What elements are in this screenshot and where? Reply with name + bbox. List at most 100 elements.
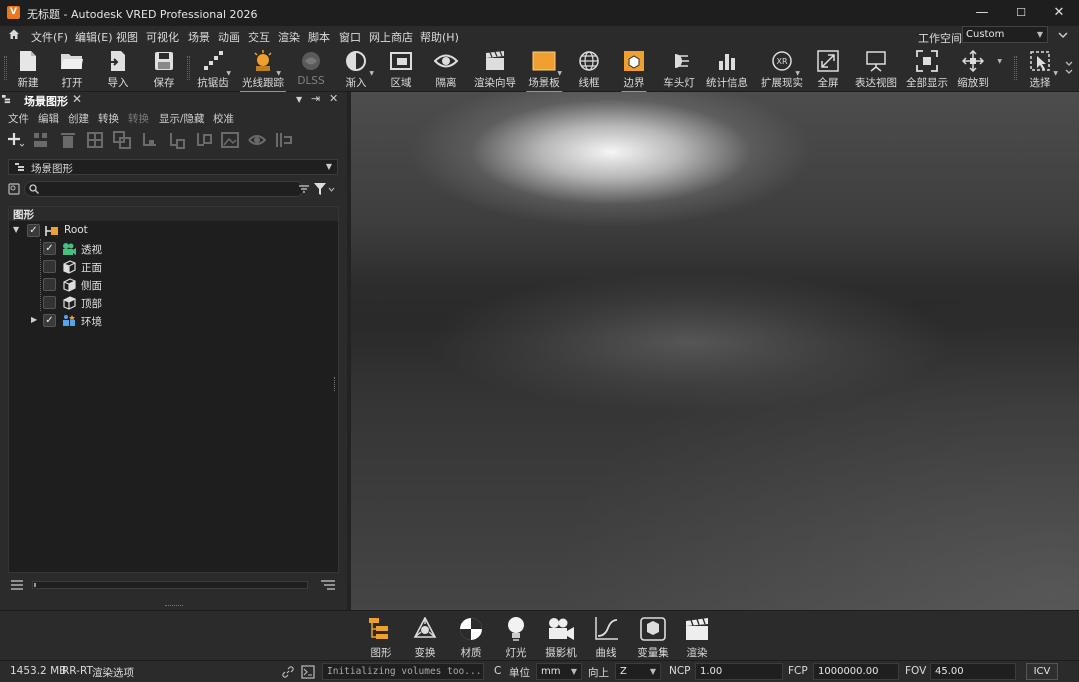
home-icon[interactable] bbox=[8, 28, 20, 40]
toolbar-grip[interactable] bbox=[1014, 56, 1017, 80]
panel-close-icon[interactable]: ✕ bbox=[329, 92, 338, 105]
scenegraph-tab[interactable]: 场景图形 bbox=[24, 93, 68, 109]
add-node-icon[interactable] bbox=[6, 131, 24, 149]
visibility-checkbox[interactable]: ✓ bbox=[43, 260, 56, 273]
tree-node-top[interactable]: ✓ 顶部 bbox=[9, 294, 338, 312]
workspace-select[interactable]: Custom ▼ bbox=[962, 26, 1048, 43]
expand-arrow-icon[interactable]: ▶ bbox=[31, 315, 37, 324]
terminal-icon[interactable] bbox=[301, 665, 315, 679]
isolate-button[interactable]: 隔离 bbox=[431, 46, 461, 90]
save-button[interactable]: 保存 bbox=[150, 46, 178, 90]
tree-node-perspective[interactable]: ✓ 透视 bbox=[9, 240, 338, 258]
scenegraph-select[interactable]: 场景图形 ▼ bbox=[8, 159, 338, 175]
copy-icon[interactable] bbox=[113, 131, 131, 149]
chevron-down-icon[interactable]: ▼ bbox=[369, 70, 374, 77]
panel-menu-icon[interactable]: ▼ bbox=[296, 95, 302, 104]
horizontal-scrollbar[interactable] bbox=[32, 581, 308, 589]
menu-interaction[interactable]: 交互 bbox=[248, 29, 270, 45]
parent-icon[interactable] bbox=[167, 131, 185, 149]
link-icon[interactable] bbox=[282, 666, 294, 678]
filter-icon[interactable] bbox=[313, 182, 335, 196]
expand-arrow-icon[interactable]: ▼ bbox=[13, 225, 19, 234]
toolbar-overflow-icon[interactable] bbox=[1063, 56, 1075, 80]
collapse-all-icon[interactable] bbox=[10, 579, 24, 591]
panel-close-button[interactable]: ✕ bbox=[72, 92, 82, 106]
scrollbar-thumb[interactable] bbox=[34, 583, 36, 587]
chevron-down-icon[interactable]: ▼ bbox=[1053, 70, 1058, 77]
chevron-down-icon[interactable]: ▼ bbox=[795, 70, 800, 77]
ncp-input[interactable]: 1.00 bbox=[695, 663, 783, 680]
clone-icon[interactable] bbox=[86, 131, 104, 149]
xr-button[interactable]: XR 扩展现实 ▼ bbox=[761, 46, 803, 90]
workspace-menu-icon[interactable] bbox=[1056, 28, 1070, 42]
menu-window[interactable]: 窗口 bbox=[339, 29, 361, 45]
close-button[interactable]: ✕ bbox=[1046, 3, 1072, 23]
sg-menu-edit[interactable]: 编辑 bbox=[38, 111, 59, 126]
render-wizard-button[interactable]: 渲染向导 bbox=[474, 46, 516, 90]
chevron-down-icon[interactable]: ▼ bbox=[226, 70, 231, 77]
filter-search-icon[interactable] bbox=[8, 183, 20, 195]
minimize-button[interactable]: — bbox=[969, 3, 995, 23]
search-input[interactable] bbox=[24, 181, 304, 197]
headlight-button[interactable]: 车头灯 bbox=[663, 46, 695, 90]
open-button[interactable]: 打开 bbox=[58, 46, 86, 90]
icv-button[interactable]: ICV bbox=[1026, 663, 1058, 680]
sg-menu-file[interactable]: 文件 bbox=[8, 111, 29, 126]
import-button[interactable]: 导入 bbox=[104, 46, 132, 90]
tree-node-environment[interactable]: ▶ ✓ 环境 bbox=[9, 312, 338, 330]
toolbar-grip[interactable] bbox=[187, 56, 190, 80]
dock-light-button[interactable]: 灯光 bbox=[495, 613, 537, 659]
dock-curve-button[interactable]: 曲线 bbox=[585, 613, 627, 659]
menu-help[interactable]: 帮助(H) bbox=[420, 29, 459, 45]
menu-visualization[interactable]: 可视化 bbox=[146, 29, 179, 45]
chevron-down-icon[interactable]: ▼ bbox=[557, 70, 562, 77]
visibility-checkbox[interactable]: ✓ bbox=[43, 314, 56, 327]
sg-menu-calibrate[interactable]: 校准 bbox=[213, 111, 234, 126]
unit-select[interactable]: mm ▼ bbox=[536, 663, 582, 680]
dock-variant-sets-button[interactable]: 变量集 bbox=[632, 613, 674, 659]
visibility-checkbox[interactable]: ✓ bbox=[43, 242, 56, 255]
fov-input[interactable]: 45.00 bbox=[930, 663, 1016, 680]
filter-options-icon[interactable] bbox=[298, 183, 310, 195]
visibility-checkbox[interactable]: ✓ bbox=[43, 278, 56, 291]
panel-resize-grip[interactable] bbox=[165, 605, 183, 607]
toolbar-grip[interactable] bbox=[4, 56, 7, 80]
chevron-down-icon[interactable]: ▼ bbox=[276, 70, 281, 77]
region-button[interactable]: 区域 bbox=[386, 46, 416, 90]
menu-script[interactable]: 脚本 bbox=[308, 29, 330, 45]
dlss-button[interactable]: DLSS bbox=[296, 46, 326, 90]
dock-transform-button[interactable]: 变换 bbox=[404, 613, 446, 659]
sg-menu-convert[interactable]: 转换 bbox=[98, 111, 119, 126]
up-axis-select[interactable]: Z ▼ bbox=[615, 663, 661, 680]
show-all-button[interactable]: 全部显示 bbox=[906, 46, 948, 90]
select-button[interactable]: 选择 ▼ bbox=[1025, 46, 1058, 90]
visibility-icon[interactable] bbox=[248, 131, 266, 149]
tree-node-side[interactable]: ✓ 侧面 bbox=[9, 276, 338, 294]
menu-render[interactable]: 渲染 bbox=[278, 29, 300, 45]
fullscreen-button[interactable]: 全屏 bbox=[813, 46, 843, 90]
expand-all-icon[interactable] bbox=[320, 579, 336, 591]
visibility-checkbox[interactable]: ✓ bbox=[27, 224, 40, 237]
antialias-button[interactable]: 抗锯齿 ▼ bbox=[197, 46, 231, 90]
chevron-down-icon[interactable]: ▼ bbox=[997, 58, 1002, 65]
menu-animation[interactable]: 动画 bbox=[218, 29, 240, 45]
sg-menu-create[interactable]: 创建 bbox=[68, 111, 89, 126]
new-button[interactable]: 新建 bbox=[14, 46, 42, 90]
maximize-button[interactable]: ☐ bbox=[1008, 3, 1034, 23]
dock-camera-button[interactable]: 摄影机 bbox=[540, 613, 582, 659]
panel-resize-grip[interactable] bbox=[334, 377, 337, 391]
sg-menu-show-hide[interactable]: 显示/隐藏 bbox=[159, 111, 205, 126]
bounds-button[interactable]: 边界 bbox=[619, 46, 649, 93]
sceneplate-button[interactable]: 场景板 ▼ bbox=[526, 46, 562, 93]
unparent-icon[interactable] bbox=[194, 131, 212, 149]
menu-store[interactable]: 网上商店 bbox=[369, 29, 413, 45]
zoom-to-button[interactable]: 缩放到 ▼ bbox=[957, 46, 1002, 90]
fade-in-button[interactable]: 渐入 ▼ bbox=[341, 46, 374, 90]
wireframe-button[interactable]: 线框 bbox=[574, 46, 604, 90]
move-down-icon[interactable] bbox=[140, 131, 158, 149]
panel-pin-icon[interactable]: ⇥ bbox=[311, 92, 320, 105]
render-viewport[interactable] bbox=[351, 92, 1079, 610]
tree-node-front[interactable]: ✓ 正面 bbox=[9, 258, 338, 276]
statistics-button[interactable]: 统计信息 bbox=[706, 46, 748, 90]
visibility-checkbox[interactable]: ✓ bbox=[43, 296, 56, 309]
